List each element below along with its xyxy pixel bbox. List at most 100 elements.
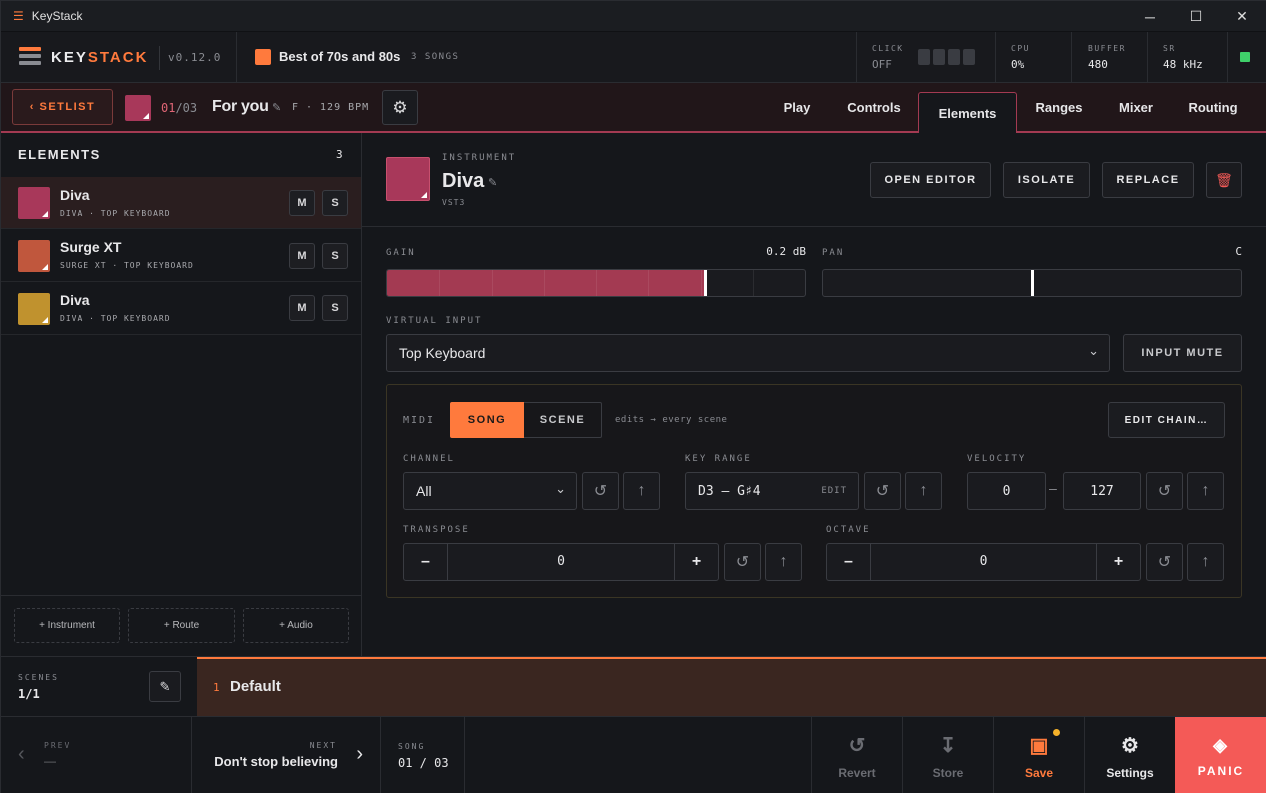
delete-button[interactable]: 🗑	[1206, 162, 1242, 198]
scenes-label: SCENES	[18, 673, 59, 682]
element-row[interactable]: Diva DIVA · TOP KEYBOARD M S	[1, 177, 361, 229]
app-menu-icon[interactable]: ☰	[13, 9, 24, 23]
transpose-minus-button[interactable]: –	[404, 544, 448, 580]
mute-button[interactable]: M	[289, 295, 315, 321]
prev-label: PREV	[44, 741, 72, 750]
element-color-swatch	[18, 187, 50, 219]
reset-icon: ↺	[1157, 554, 1172, 571]
reset-velocity-button[interactable]: ↺	[1146, 472, 1183, 510]
tab-elements[interactable]: Elements	[918, 92, 1017, 133]
transpose-value[interactable]: 0	[448, 554, 674, 569]
mute-button[interactable]: M	[289, 243, 315, 269]
channel-select[interactable]: All ⌄	[403, 472, 577, 510]
reset-transpose-button[interactable]: ↺	[724, 543, 761, 581]
setlist-name[interactable]: Best of 70s and 80s	[279, 49, 400, 64]
song-bpm: · 129 BPM	[306, 102, 370, 113]
octave-minus-button[interactable]: –	[827, 544, 871, 580]
push-velocity-button[interactable]: ↑	[1187, 472, 1224, 510]
song-color-swatch	[125, 95, 151, 121]
edit-title-icon[interactable]: ✎	[272, 101, 281, 114]
song-settings-button[interactable]: ⚙	[382, 90, 418, 125]
brand-key: KEY	[51, 49, 88, 66]
next-song-button[interactable]: NEXT Don't stop believing ›	[191, 717, 381, 793]
song-title[interactable]: For you	[212, 98, 269, 116]
buffer-value: 480	[1088, 58, 1108, 71]
pan-slider[interactable]	[822, 269, 1242, 297]
replace-button[interactable]: REPLACE	[1102, 162, 1194, 198]
song-scope-toggle[interactable]: SONG	[450, 402, 524, 438]
tab-ranges[interactable]: Ranges	[1027, 83, 1091, 131]
minimize-button[interactable]: ─	[1127, 1, 1173, 32]
window-title: KeyStack	[31, 9, 83, 23]
input-mute-button[interactable]: INPUT MUTE	[1123, 334, 1242, 372]
solo-button[interactable]: S	[322, 190, 348, 216]
tab-controls[interactable]: Controls	[839, 83, 909, 131]
transpose-plus-button[interactable]: +	[674, 544, 718, 580]
key-range-edit-link[interactable]: EDIT	[821, 486, 847, 496]
push-channel-button[interactable]: ↑	[623, 472, 660, 510]
element-row[interactable]: Diva DIVA · TOP KEYBOARD M S	[1, 283, 361, 335]
octave-value[interactable]: 0	[871, 554, 1096, 569]
instrument-name[interactable]: Diva	[442, 170, 484, 193]
settings-button[interactable]: ⚙ Settings	[1084, 717, 1175, 793]
virtual-input-select[interactable]: Top Keyboard ⌄	[386, 334, 1110, 372]
version-label: v0.12.0	[159, 46, 221, 70]
element-row[interactable]: Surge XT SURGE XT · TOP KEYBOARD M S	[1, 230, 361, 282]
gain-slider-handle[interactable]	[704, 270, 707, 296]
element-name: Diva	[60, 292, 90, 308]
click-toggle[interactable]	[918, 49, 975, 65]
setlist-button[interactable]: ‹ SETLIST	[12, 89, 113, 125]
edit-name-icon[interactable]: ✎	[488, 176, 497, 189]
add-route-button[interactable]: + Route	[128, 608, 235, 643]
reset-key-range-button[interactable]: ↺	[864, 472, 901, 510]
gain-value: 0.2 dB	[766, 245, 806, 258]
push-key-range-button[interactable]: ↑	[905, 472, 942, 510]
tab-play[interactable]: Play	[769, 83, 825, 131]
close-button[interactable]: ✕	[1219, 1, 1265, 32]
mute-button[interactable]: M	[289, 190, 315, 216]
revert-button[interactable]: ↺ Revert	[811, 717, 902, 793]
tab-mixer[interactable]: Mixer	[1107, 83, 1165, 131]
edit-chain-button[interactable]: EDIT CHAIN…	[1108, 402, 1225, 438]
gain-label: GAIN	[386, 248, 416, 258]
velocity-min-input[interactable]: 0	[967, 472, 1046, 510]
song-key: F	[292, 102, 299, 113]
brand-stack: STACK	[87, 49, 149, 66]
reset-octave-button[interactable]: ↺	[1146, 543, 1183, 581]
push-octave-button[interactable]: ↑	[1187, 543, 1224, 581]
store-button[interactable]: ↧ Store	[902, 717, 993, 793]
instrument-color-swatch	[386, 157, 430, 201]
solo-button[interactable]: S	[322, 243, 348, 269]
sidebar-count: 3	[336, 148, 343, 161]
open-editor-button[interactable]: OPEN EDITOR	[870, 162, 991, 198]
gain-tick	[544, 270, 545, 296]
isolate-button[interactable]: ISOLATE	[1003, 162, 1090, 198]
velocity-max-value: 127	[1090, 483, 1114, 499]
add-audio-button[interactable]: + Audio	[243, 608, 349, 643]
save-button[interactable]: ▣ Save	[993, 717, 1084, 793]
velocity-max-input[interactable]: 127	[1063, 472, 1141, 510]
scope-hint: edits → every scene	[615, 415, 728, 425]
panic-button[interactable]: ◈ PANIC	[1175, 717, 1266, 793]
pan-slider-handle[interactable]	[1031, 270, 1034, 296]
maximize-button[interactable]: ☐	[1173, 1, 1219, 32]
scene-scope-toggle[interactable]: SCENE	[524, 402, 602, 438]
tab-routing[interactable]: Routing	[1179, 83, 1247, 131]
instrument-format: VST3	[442, 198, 466, 207]
key-range-field[interactable]: D3 – G♯4 EDIT	[685, 472, 859, 510]
reset-channel-button[interactable]: ↺	[582, 472, 619, 510]
prev-song-button[interactable]: ‹ PREV —	[1, 717, 191, 793]
gain-slider[interactable]	[386, 269, 806, 297]
scene-item-default[interactable]: 1 Default	[197, 657, 1266, 716]
push-transpose-button[interactable]: ↑	[765, 543, 802, 581]
edit-scenes-button[interactable]: ✎	[149, 671, 181, 702]
elements-sidebar: ELEMENTS 3 Diva DIVA · TOP KEYBOARD M S …	[1, 133, 362, 656]
element-color-swatch	[18, 240, 50, 272]
key-range-label: KEY RANGE	[685, 454, 752, 464]
octave-plus-button[interactable]: +	[1096, 544, 1140, 580]
reset-icon: ↺	[735, 554, 750, 571]
scene-name: Default	[230, 678, 281, 695]
arrow-up-icon: ↑	[919, 482, 928, 499]
add-instrument-button[interactable]: + Instrument	[14, 608, 120, 643]
solo-button[interactable]: S	[322, 295, 348, 321]
